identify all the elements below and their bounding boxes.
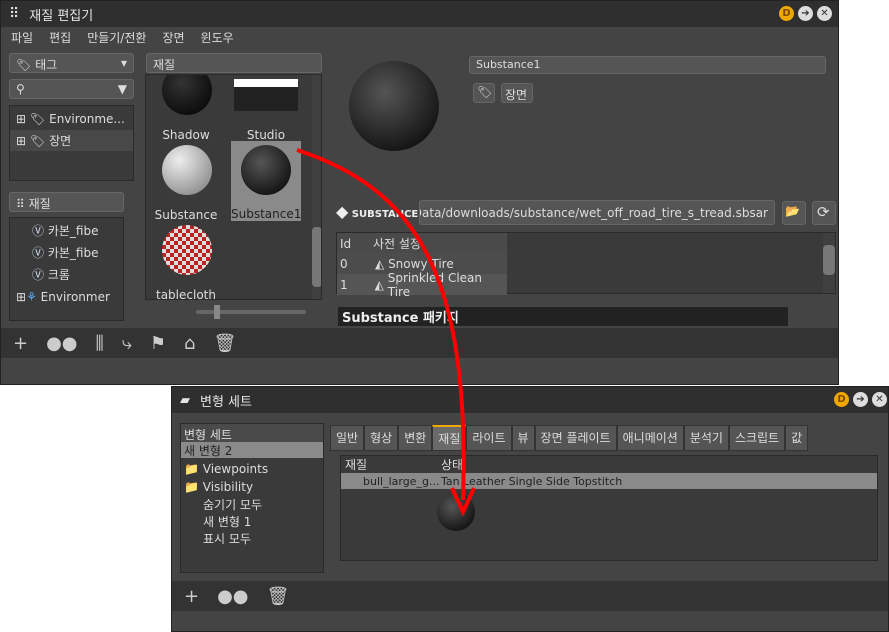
drag-arrow [296,148,476,517]
drag-arrow-path [296,148,466,501]
